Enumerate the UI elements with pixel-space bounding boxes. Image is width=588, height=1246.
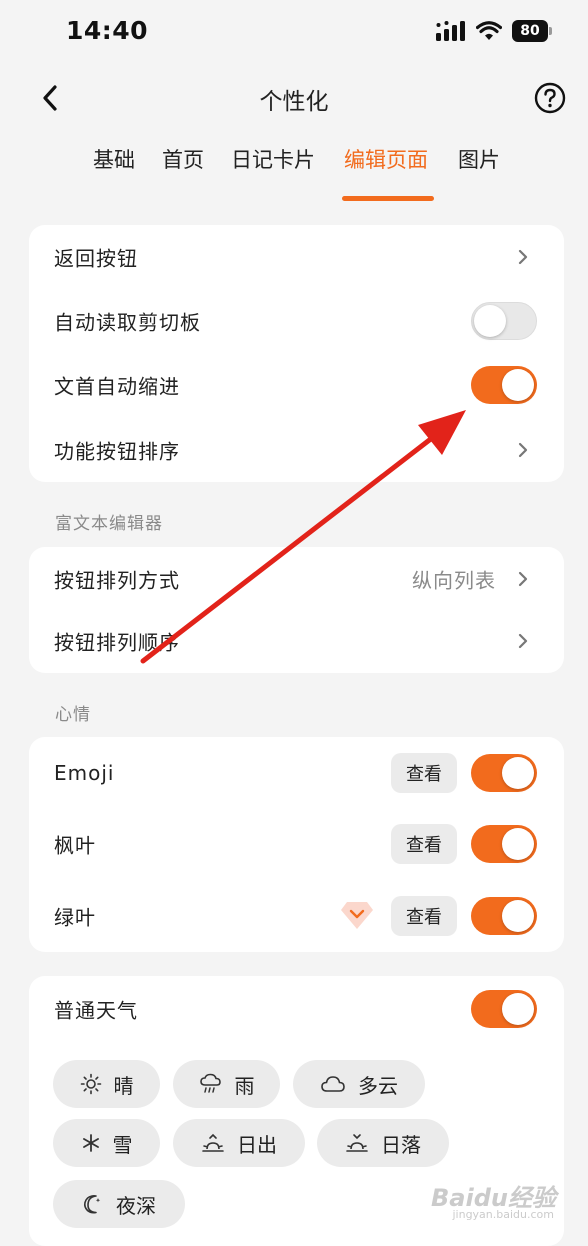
weather-chip-sunny[interactable]: 晴 [53,1060,160,1108]
battery-indicator: 80 [512,20,552,42]
tab-basic[interactable]: 基础 [93,144,135,174]
tab-edit-page[interactable]: 编辑页面 [344,144,428,174]
weather-toggle[interactable] [471,990,537,1028]
weather-row: 普通天气 [29,977,564,1041]
row-label: 枫叶 [54,833,96,858]
weather-chip-sunrise[interactable]: 日出 [173,1119,305,1167]
weather-chip-cloudy[interactable]: 多云 [293,1060,425,1108]
help-button[interactable] [532,80,568,116]
cloud-icon [320,1075,346,1093]
page-title: 个性化 [259,89,329,115]
status-time: 14:40 [66,16,149,45]
chevron-right-icon [518,249,528,265]
snowflake-icon [81,1133,101,1153]
status-icons: 80 [436,20,552,42]
mood-item-green-leaf: 绿叶 查看 [29,884,564,948]
tab-bar: 基础 首页 日记卡片 编辑页面 图片 [0,144,588,204]
row-label: 文首自动缩进 [54,374,180,399]
chip-label: 雨 [234,1073,255,1098]
help-icon [534,82,566,114]
rich-text-card: 按钮排列方式 纵向列表 按钮排列顺序 [29,547,564,673]
tab-images[interactable]: 图片 [458,144,500,174]
chevron-right-icon [518,571,528,587]
chip-label: 雪 [112,1132,133,1157]
tab-home[interactable]: 首页 [162,144,204,174]
chevron-right-icon [518,442,528,458]
sunrise-icon [201,1133,225,1153]
row-label: 自动读取剪切板 [54,310,201,335]
chevron-right-icon [518,633,528,649]
auto-indent-toggle[interactable] [471,366,537,404]
tab-diary-card[interactable]: 日记卡片 [231,144,315,174]
emoji-toggle[interactable] [471,754,537,792]
row-label: 普通天气 [54,998,138,1023]
watermark-url: jingyan.baidu.com [452,1208,554,1221]
general-settings-card: 返回按钮 自动读取剪切板 文首自动缩进 功能按钮排序 [29,225,564,482]
premium-diamond-icon [341,902,373,929]
signal-icon [436,21,465,41]
back-button-setting-row[interactable]: 返回按钮 [29,225,564,289]
row-label: 绿叶 [54,905,96,930]
maple-leaf-toggle[interactable] [471,825,537,863]
button-order-row[interactable]: 按钮排列顺序 [29,609,564,673]
weather-chip-sunset[interactable]: 日落 [317,1119,449,1167]
row-label: 按钮排列顺序 [54,630,180,655]
chip-label: 夜深 [116,1193,156,1218]
chip-label: 日出 [237,1132,277,1157]
auto-indent-setting-row: 文首自动缩进 [29,353,564,417]
weather-chip-snow[interactable]: 雪 [53,1119,160,1167]
clipboard-setting-row: 自动读取剪切板 [29,289,564,353]
layout-mode-row[interactable]: 按钮排列方式 纵向列表 [29,547,564,611]
weather-chip-rain[interactable]: 雨 [173,1060,280,1108]
mood-section-title: 心情 [55,705,91,725]
chip-label: 多云 [358,1073,398,1098]
sunset-icon [345,1133,369,1153]
mood-item-emoji: Emoji 查看 [29,741,564,805]
layout-mode-value: 纵向列表 [412,568,496,593]
rain-icon [199,1073,223,1095]
view-button[interactable]: 查看 [391,824,457,864]
row-label: 功能按钮排序 [54,439,180,464]
moon-icon [82,1193,104,1215]
function-button-order-row[interactable]: 功能按钮排序 [29,418,564,482]
clipboard-toggle[interactable] [471,302,537,340]
view-button[interactable]: 查看 [391,753,457,793]
sun-icon [80,1073,102,1095]
row-label: 按钮排列方式 [54,568,180,593]
wifi-icon [476,21,502,40]
green-leaf-toggle[interactable] [471,897,537,935]
mood-card: Emoji 查看 枫叶 查看 绿叶 查看 [29,737,564,952]
rich-text-section-title: 富文本编辑器 [55,514,163,534]
mood-item-maple-leaf: 枫叶 查看 [29,812,564,876]
view-button[interactable]: 查看 [391,896,457,936]
row-label: 返回按钮 [54,246,138,271]
status-bar: 14:40 80 [0,0,588,66]
chip-label: 晴 [113,1073,134,1098]
chip-label: 日落 [381,1132,421,1157]
active-tab-indicator [342,196,434,201]
nav-bar: 个性化 [0,72,588,124]
weather-chip-late-night[interactable]: 夜深 [53,1180,185,1228]
row-label: Emoji [54,761,115,785]
